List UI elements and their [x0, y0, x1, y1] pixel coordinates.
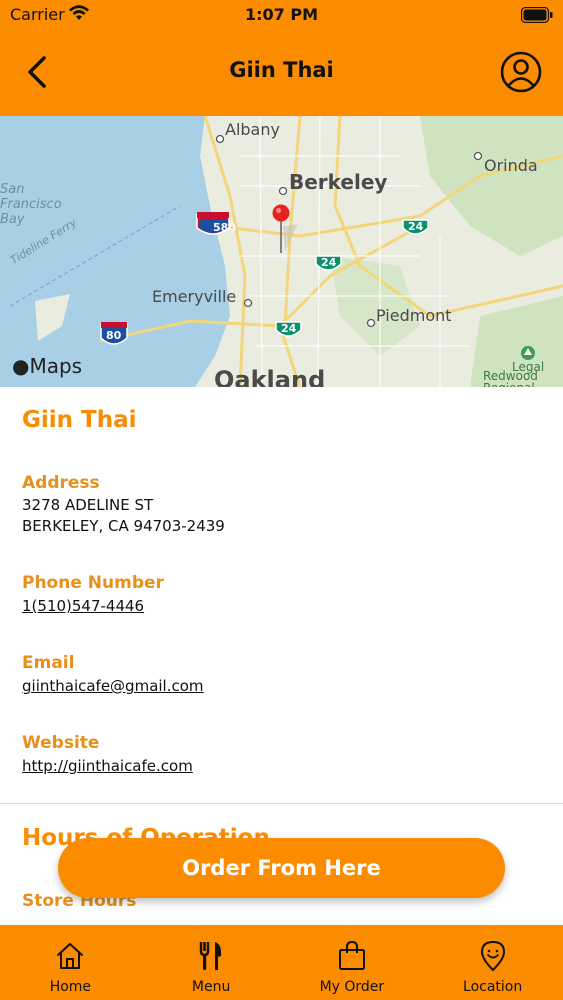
status-bar: Carrier 1:07 PM	[0, 0, 563, 30]
shield-24-label-east: 24	[408, 220, 424, 233]
order-from-here-button[interactable]: Order From Here	[58, 838, 505, 898]
location-pin-icon	[480, 940, 505, 972]
maps-brand-label: Maps	[29, 354, 83, 378]
clock: 1:07 PM	[244, 5, 318, 24]
battery-icon	[521, 7, 553, 23]
tab-home[interactable]: Home	[0, 925, 141, 1000]
email-label: Email	[22, 653, 75, 673]
section-divider	[0, 803, 563, 804]
tab-location-label: Location	[463, 979, 523, 995]
address-label: Address	[22, 473, 100, 493]
phone-label: Phone Number	[22, 573, 164, 593]
tab-menu[interactable]: Menu	[141, 925, 282, 1000]
address-line-1: 3278 ADELINE ST	[22, 496, 154, 514]
shield-80-label: 80	[106, 329, 122, 342]
apple-maps-logo: ●Maps	[12, 354, 82, 378]
website-label: Website	[22, 733, 100, 753]
map-label-albany: Albany	[225, 120, 280, 139]
map-label-piedmont: Piedmont	[376, 306, 452, 325]
location-map[interactable]: Albany Berkeley Orinda Emeryville Piedmo…	[0, 116, 563, 387]
tab-location[interactable]: Location	[422, 925, 563, 1000]
apple-logo-icon: ●	[12, 354, 30, 378]
phone-link[interactable]: 1(510)547-4446	[22, 596, 144, 617]
shield-24-label-center: 24	[321, 256, 337, 269]
restaurant-name: Giin Thai	[22, 407, 137, 433]
tab-menu-label: Menu	[191, 979, 231, 995]
tab-my-order-label: My Order	[319, 979, 385, 995]
map-graphic	[0, 116, 563, 387]
shopping-bag-icon	[338, 940, 365, 970]
website-link[interactable]: http://giinthaicafe.com	[22, 756, 193, 777]
page-title: Giin Thai	[229, 58, 334, 82]
home-icon	[57, 943, 84, 969]
bottom-tab-bar: Home Menu My Order Location	[0, 925, 563, 1000]
map-label-sf-bay: San Francisco Bay	[0, 182, 62, 227]
map-label-orinda: Orinda	[484, 156, 538, 175]
map-label-oakland: Oakland	[214, 366, 326, 387]
user-profile-icon[interactable]	[499, 50, 543, 94]
header-bar: Giin Thai	[0, 30, 563, 116]
tab-my-order[interactable]: My Order	[282, 925, 423, 1000]
shield-24-label-south: 24	[281, 322, 297, 335]
shield-580-label: 580	[213, 221, 236, 234]
map-label-redwood: Redwood Regional Park	[483, 369, 538, 387]
email-link[interactable]: giinthaicafe@gmail.com	[22, 676, 204, 697]
utensils-icon	[199, 942, 222, 970]
address-line-2: BERKELEY, CA 94703-2439	[22, 517, 225, 535]
tab-home-label: Home	[49, 979, 92, 995]
map-label-berkeley: Berkeley	[289, 170, 388, 194]
map-label-emeryville: Emeryville	[152, 287, 237, 306]
